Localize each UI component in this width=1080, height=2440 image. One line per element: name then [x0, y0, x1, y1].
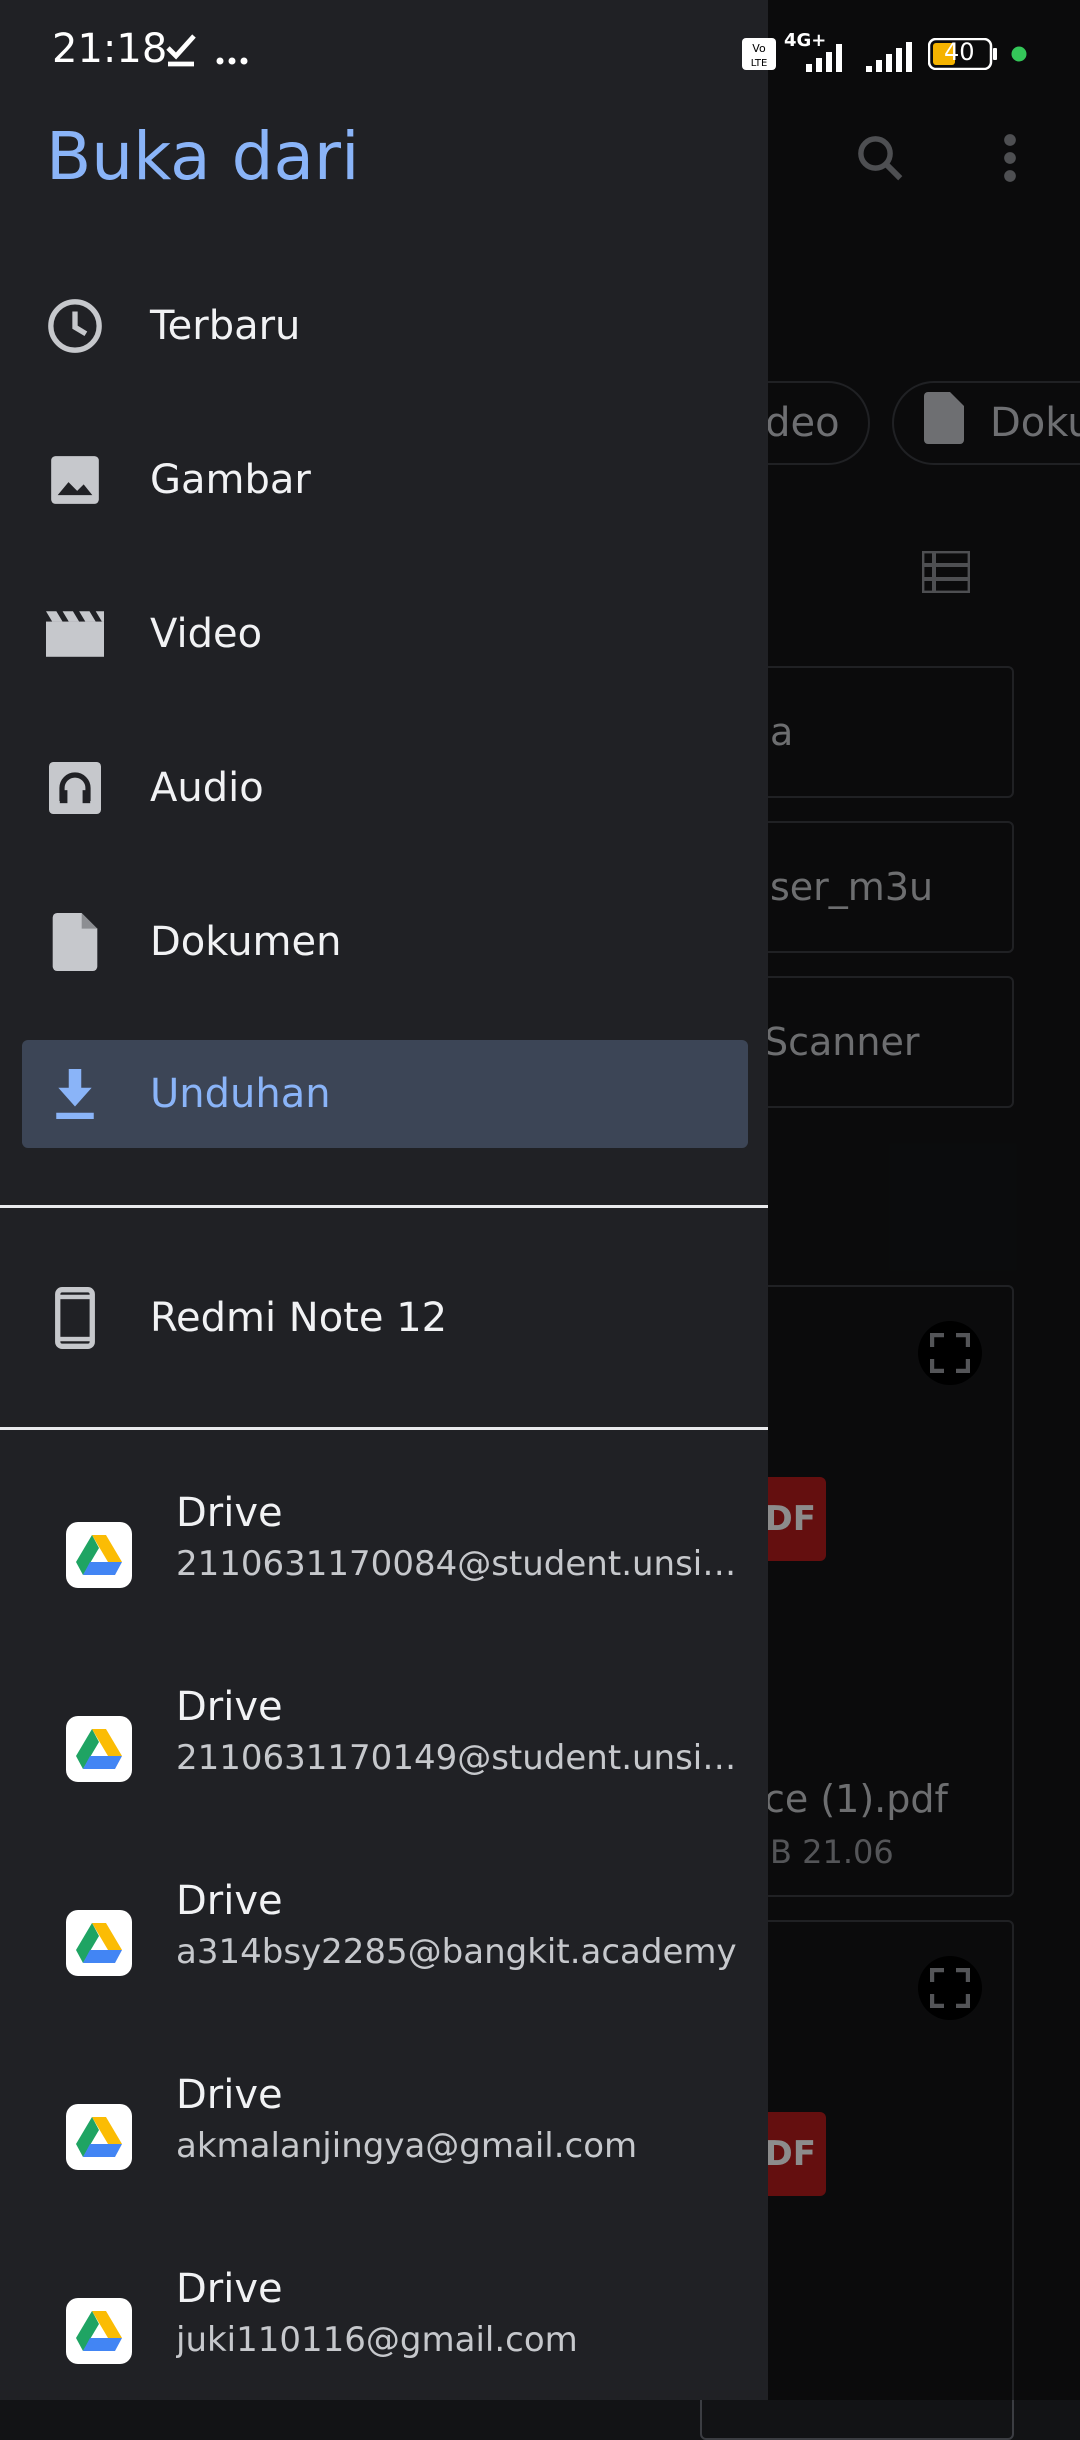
status-time: 21:18 — [52, 26, 168, 72]
nav-item-unduhan[interactable]: Unduhan — [22, 1040, 748, 1148]
nav-item-gambar[interactable]: Gambar — [22, 426, 748, 534]
drive-account-item[interactable]: Drive juki110116@gmail.com — [0, 2256, 768, 2426]
drive-account-item[interactable]: Drive akmalanjingya@gmail.com — [0, 2062, 768, 2232]
drawer-title: Buka dari — [46, 118, 360, 195]
volte-icon: Vo LTE — [742, 38, 776, 74]
drive-account: akmalanjingya@gmail.com — [176, 2126, 638, 2166]
nav-item-audio[interactable]: Audio — [22, 734, 748, 842]
drive-title: Drive — [176, 1878, 283, 1924]
video-icon — [0, 610, 150, 658]
status-bar: 21:18 Vo LTE 4G+ 40 — [0, 0, 1080, 96]
nav-item-label: Video — [150, 611, 263, 657]
signal-icon-2 — [866, 42, 916, 76]
nav-item-device[interactable]: Redmi Note 12 — [22, 1264, 748, 1372]
signal-icon — [790, 42, 850, 76]
nav-item-label: Unduhan — [150, 1071, 331, 1117]
battery-level: 40 — [944, 38, 975, 66]
svg-text:Vo: Vo — [752, 42, 766, 55]
drive-account-item[interactable]: Drive 2110631170084@student.unsika.ac.id — [0, 1480, 768, 1650]
drive-account: juki110116@gmail.com — [176, 2320, 578, 2360]
drive-title: Drive — [176, 2072, 283, 2118]
google-drive-icon — [66, 1522, 132, 1588]
drive-account: 2110631170149@student.unsika.ac.id — [176, 1738, 746, 1778]
nav-item-dokumen[interactable]: Dokumen — [22, 888, 748, 996]
audio-icon — [0, 762, 150, 814]
clock-icon — [0, 297, 150, 355]
download-icon — [0, 1069, 150, 1119]
drive-account: 2110631170084@student.unsika.ac.id — [176, 1544, 746, 1584]
navigation-drawer: Buka dari Terbaru Gambar Video Audio Dok… — [0, 0, 768, 2400]
device-label: Redmi Note 12 — [150, 1295, 448, 1341]
google-drive-icon — [66, 2298, 132, 2364]
svg-text:LTE: LTE — [751, 58, 768, 69]
image-icon — [0, 454, 150, 506]
drive-title: Drive — [176, 2266, 283, 2312]
google-drive-icon — [66, 2104, 132, 2170]
nav-item-video[interactable]: Video — [22, 580, 748, 688]
drive-title: Drive — [176, 1684, 283, 1730]
phone-icon — [0, 1287, 150, 1349]
drive-account-item[interactable]: Drive a314bsy2285@bangkit.academy — [0, 1868, 768, 2038]
nav-item-label: Audio — [150, 765, 264, 811]
drive-account-item[interactable]: Drive 2110631170149@student.unsika.ac.id — [0, 1674, 768, 1844]
check-icon — [166, 34, 196, 72]
document-icon — [0, 913, 150, 971]
more-notifications-icon — [216, 50, 248, 69]
section-divider — [0, 1205, 768, 1208]
google-drive-icon — [66, 1716, 132, 1782]
drive-account: a314bsy2285@bangkit.academy — [176, 1932, 737, 1972]
nav-item-terbaru[interactable]: Terbaru — [22, 272, 748, 380]
google-drive-icon — [66, 1910, 132, 1976]
nav-item-label: Dokumen — [150, 919, 342, 965]
drive-title: Drive — [176, 1490, 283, 1536]
privacy-dot-icon — [1011, 46, 1027, 66]
nav-item-label: Gambar — [150, 457, 311, 503]
nav-item-label: Terbaru — [150, 303, 301, 349]
section-divider — [0, 1427, 768, 1430]
scrim-overlay[interactable] — [768, 0, 1080, 2400]
